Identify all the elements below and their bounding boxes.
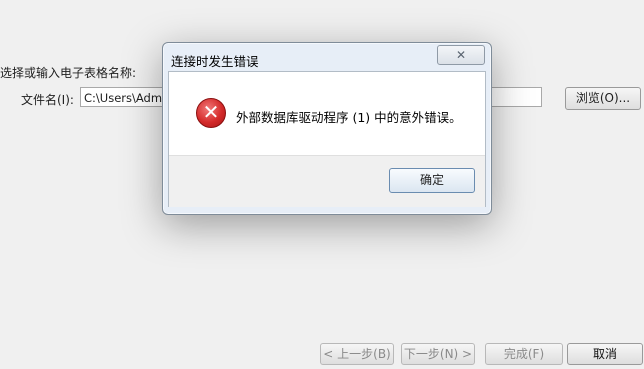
finish-button[interactable]: 完成(F) xyxy=(485,343,563,365)
cancel-button[interactable]: 取消 xyxy=(567,343,643,365)
error-icon: ✕ xyxy=(196,98,226,128)
filename-label: 文件名(I): xyxy=(21,93,74,107)
dialog-body: ✕ 外部数据库驱动程序 (1) 中的意外错误。 确定 xyxy=(168,71,486,207)
spreadsheet-name-prompt: 选择或输入电子表格名称: xyxy=(0,66,137,80)
dialog-footer: 确定 xyxy=(169,155,485,207)
error-dialog: 连接时发生错误 ✕ ✕ 外部数据库驱动程序 (1) 中的意外错误。 确定 xyxy=(162,42,492,215)
ok-button[interactable]: 确定 xyxy=(389,168,475,193)
next-button[interactable]: 下一步(N) > xyxy=(401,343,475,365)
error-message: 外部数据库驱动程序 (1) 中的意外错误。 xyxy=(236,110,462,125)
back-button[interactable]: < 上一步(B) xyxy=(320,343,394,365)
dialog-title: 连接时发生错误 xyxy=(171,54,259,69)
close-icon[interactable]: ✕ xyxy=(437,45,485,65)
browse-button[interactable]: 浏览(O)... xyxy=(565,87,641,110)
